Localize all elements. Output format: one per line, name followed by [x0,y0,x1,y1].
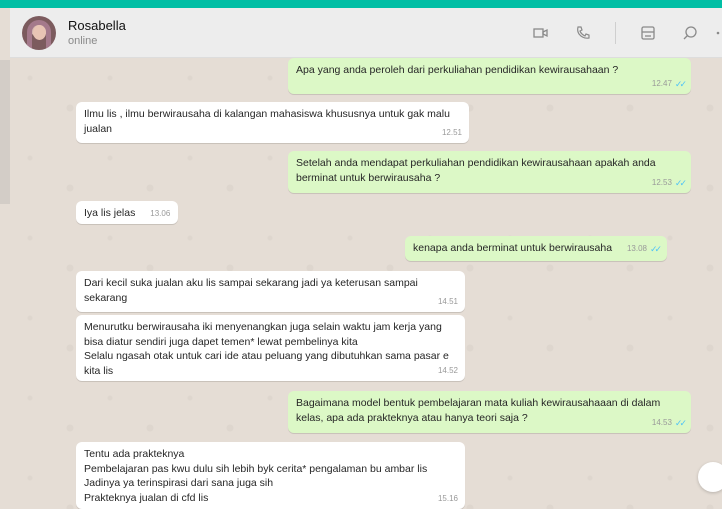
message-bubble-outgoing[interactable]: Apa yang anda peroleh dari perkuliahan p… [288,58,691,94]
message-text: Apa yang anda peroleh dari perkuliahan p… [296,64,619,76]
voice-call-icon[interactable] [573,23,593,43]
message-time: 14.52 [437,365,458,375]
message-time: 14.53 [651,417,672,427]
message-time: 14.51 [437,296,458,306]
contact-info[interactable]: Rosabella online [68,18,126,47]
message-bubble-outgoing[interactable]: Setelah anda mendapat perkuliahan pendid… [288,151,691,193]
contact-status: online [68,35,98,47]
contact-name: Rosabella [68,18,126,33]
message-time: 13.08 [626,244,648,253]
message-bubble-incoming[interactable]: Ilmu lis , ilmu berwirausaha di kalangan… [76,102,469,143]
header-actions [509,8,722,58]
message-bubble-incoming[interactable]: Dari kecil suka jualan aku lis sampai se… [76,271,465,312]
message-bubble-incoming[interactable]: Tentu ada prakteknya Pembelajaran pas kw… [76,442,465,509]
video-call-icon[interactable] [531,23,551,43]
message-text: Bagaimana model bentuk pembelajaran mata… [296,397,661,424]
message-text: kenapa anda berminat untuk berwirausaha [413,242,613,254]
message-text: Tentu ada prakteknya Pembelajaran pas kw… [84,448,428,504]
message-bubble-outgoing[interactable]: kenapa anda berminat untuk berwirausaha … [405,236,668,261]
message-time: 13.06 [150,209,171,218]
avatar[interactable] [22,15,56,50]
message-time: 15.16 [437,493,458,503]
message-text: Iya lis jelas [84,207,136,219]
read-receipt-icon: ✓✓ [674,78,687,89]
search-icon[interactable] [680,23,700,43]
message-text: Dari kecil suka jualan aku lis sampai se… [84,277,418,304]
message-time: 12.53 [651,177,672,187]
message-time: 12.47 [651,78,672,88]
avatar-face [33,24,46,40]
message-time: 12.51 [441,127,462,137]
header-divider [615,22,616,44]
catalog-icon[interactable] [638,23,658,43]
top-accent-bar [0,0,722,8]
read-receipt-icon: ✓✓ [674,417,687,428]
message-text: Ilmu lis , ilmu berwirausaha di kalangan… [84,108,450,135]
read-receipt-icon: ✓✓ [650,244,662,254]
message-bubble-incoming[interactable]: Iya lis jelas 13.06 [76,201,179,224]
message-bubble-outgoing[interactable]: Bagaimana model bentuk pembelajaran mata… [288,391,691,433]
scroll-down-button[interactable] [698,462,722,492]
message-text: Menurutku berwirausaha iki menyenangkan … [84,321,449,377]
read-receipt-icon: ✓✓ [674,177,687,188]
message-text: Setelah anda mendapat perkuliahan pendid… [296,157,656,184]
menu-icon[interactable] [714,23,722,43]
message-bubble-incoming[interactable]: Menurutku berwirausaha iki menyenangkan … [76,315,465,381]
scrollbar[interactable] [0,60,10,204]
message-list: Apa yang anda peroleh dari perkuliahan p… [10,58,722,509]
chat-header: Rosabella online [10,8,722,58]
